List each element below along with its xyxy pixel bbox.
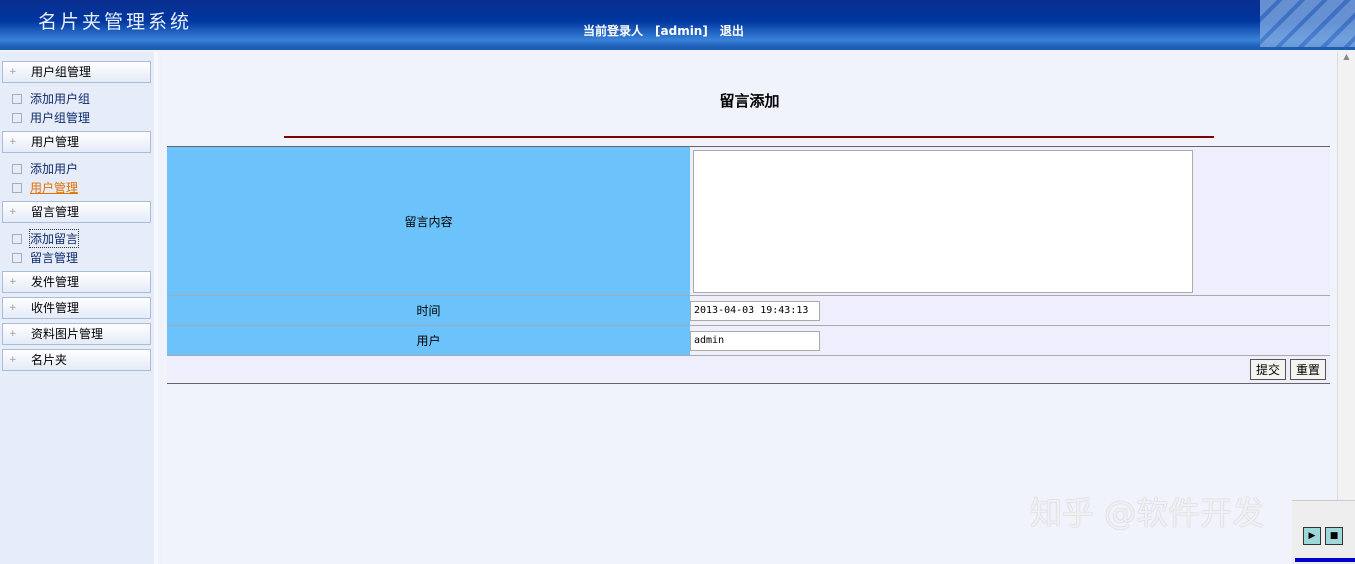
content-textarea[interactable] [693, 149, 1193, 293]
page-title: 留言添加 [719, 92, 780, 110]
media-controls: ▶ ■ [1292, 500, 1355, 564]
watermark: 知乎 @软件开发 [1030, 494, 1265, 532]
sidebar-item-add-user[interactable]: 添加用户 [11, 160, 78, 177]
sidebar-group-images[interactable]: 资料图片管理 [2, 323, 151, 345]
title-divider [284, 136, 1214, 138]
progress-bar [1295, 558, 1355, 562]
current-user: [admin] [655, 24, 708, 38]
user-label: 用户 [167, 326, 690, 355]
app-title: 名片夹管理系统 [38, 11, 193, 33]
login-label: 当前登录人 [583, 24, 644, 38]
content-label: 留言内容 [167, 147, 690, 295]
sidebar-item-user-manage[interactable]: 用户管理 [11, 179, 78, 196]
sidebar-group-message[interactable]: 留言管理 [2, 201, 151, 223]
sidebar-item-add-usergroup[interactable]: 添加用户组 [11, 90, 90, 107]
play-icon[interactable]: ▶ [1303, 527, 1321, 545]
vertical-scrollbar[interactable]: ▲ [1337, 52, 1355, 564]
sidebar-item-usergroup-manage[interactable]: 用户组管理 [11, 109, 90, 126]
reset-button[interactable]: 重置 [1289, 359, 1326, 380]
sidebar-group-usergroup[interactable]: 用户组管理 [2, 61, 151, 83]
keyboard-banner-image [1260, 0, 1355, 47]
sidebar-group-inbox[interactable]: 收件管理 [2, 297, 151, 319]
sidebar-group-cards[interactable]: 名片夹 [2, 349, 151, 371]
message-form: 留言内容 时间 用户 提交重置 [167, 146, 1330, 384]
sidebar-group-user[interactable]: 用户管理 [2, 131, 151, 153]
submit-button[interactable]: 提交 [1249, 359, 1286, 380]
time-input[interactable] [690, 300, 820, 321]
login-info: 当前登录人 [admin] 退出 [583, 22, 756, 39]
stop-icon[interactable]: ■ [1325, 527, 1343, 545]
header: 名片夹管理系统 当前登录人 [admin] 退出 [0, 0, 1355, 50]
time-label: 时间 [167, 296, 690, 325]
sidebar-item-message-manage[interactable]: 留言管理 [11, 249, 78, 266]
logout-link[interactable]: 退出 [720, 24, 744, 38]
sidebar-group-outbox[interactable]: 发件管理 [2, 271, 151, 293]
sidebar: 用户组管理 添加用户组 用户组管理 用户管理 添加用户 用户管理 留言管理 添加… [0, 52, 158, 564]
user-input[interactable] [690, 330, 820, 351]
sidebar-item-add-message[interactable]: 添加留言 [11, 229, 80, 248]
